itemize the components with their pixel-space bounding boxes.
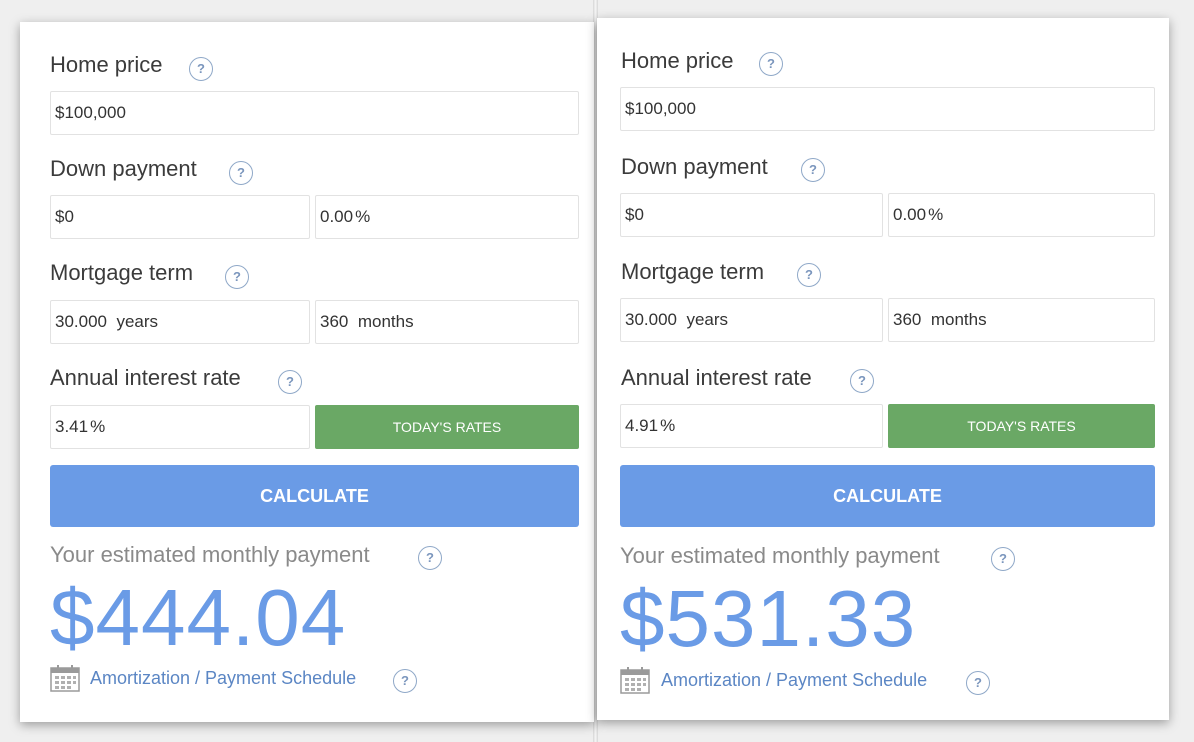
todays-rates-button[interactable]: TODAY'S RATES <box>315 405 579 449</box>
interest-rate-input[interactable]: 3.41% <box>50 405 310 449</box>
mortgage-calculator-left: Home price ? $100,000 Down payment ? $0 … <box>20 22 594 722</box>
mortgage-term-help-icon[interactable]: ? <box>797 263 821 287</box>
down-payment-percent-input[interactable]: 0.00% <box>315 195 579 239</box>
calendar-icon <box>50 665 80 692</box>
down-payment-amount-input[interactable]: $0 <box>50 195 310 239</box>
mortgage-calculator-right: Home price ? $100,000 Down payment ? $0 … <box>597 18 1169 720</box>
down-payment-help-icon[interactable]: ? <box>229 161 253 185</box>
estimated-payment-label: Your estimated monthly payment <box>50 542 370 567</box>
amortization-help-icon[interactable]: ? <box>966 671 990 695</box>
down-payment-percent-input[interactable]: 0.00% <box>888 193 1155 237</box>
down-payment-label: Down payment <box>621 154 768 179</box>
amortization-schedule-link[interactable]: Amortization / Payment Schedule <box>661 670 927 691</box>
todays-rates-button[interactable]: TODAY'S RATES <box>888 404 1155 448</box>
mortgage-term-help-icon[interactable]: ? <box>225 265 249 289</box>
term-months-input[interactable]: 360 months <box>315 300 579 344</box>
home-price-help-icon[interactable]: ? <box>759 52 783 76</box>
calendar-icon <box>620 667 650 694</box>
home-price-input[interactable]: $100,000 <box>620 87 1155 131</box>
interest-rate-help-icon[interactable]: ? <box>850 369 874 393</box>
term-years-input[interactable]: 30.000 years <box>620 298 883 342</box>
mortgage-term-label: Mortgage term <box>621 259 765 284</box>
interest-rate-label: Annual interest rate <box>50 365 241 390</box>
monthly-payment-value: $531.33 <box>620 574 917 663</box>
home-price-input[interactable]: $100,000 <box>50 91 579 135</box>
term-years-input[interactable]: 30.000 years <box>50 300 310 344</box>
estimated-payment-label: Your estimated monthly payment <box>620 543 940 568</box>
estimated-payment-help-icon[interactable]: ? <box>418 546 442 570</box>
monthly-payment-value: $444.04 <box>50 573 347 662</box>
interest-rate-help-icon[interactable]: ? <box>278 370 302 394</box>
home-price-label: Home price <box>621 48 734 73</box>
mortgage-term-label: Mortgage term <box>50 260 194 285</box>
down-payment-help-icon[interactable]: ? <box>801 158 825 182</box>
term-months-input[interactable]: 360 months <box>888 298 1155 342</box>
calculate-button[interactable]: CALCULATE <box>50 465 579 527</box>
interest-rate-input[interactable]: 4.91% <box>620 404 883 448</box>
calculate-button[interactable]: CALCULATE <box>620 465 1155 527</box>
amortization-help-icon[interactable]: ? <box>393 669 417 693</box>
down-payment-label: Down payment <box>50 156 197 181</box>
interest-rate-label: Annual interest rate <box>621 365 812 390</box>
home-price-help-icon[interactable]: ? <box>189 57 213 81</box>
estimated-payment-help-icon[interactable]: ? <box>991 547 1015 571</box>
home-price-label: Home price <box>50 52 163 77</box>
down-payment-amount-input[interactable]: $0 <box>620 193 883 237</box>
amortization-schedule-link[interactable]: Amortization / Payment Schedule <box>90 668 356 689</box>
